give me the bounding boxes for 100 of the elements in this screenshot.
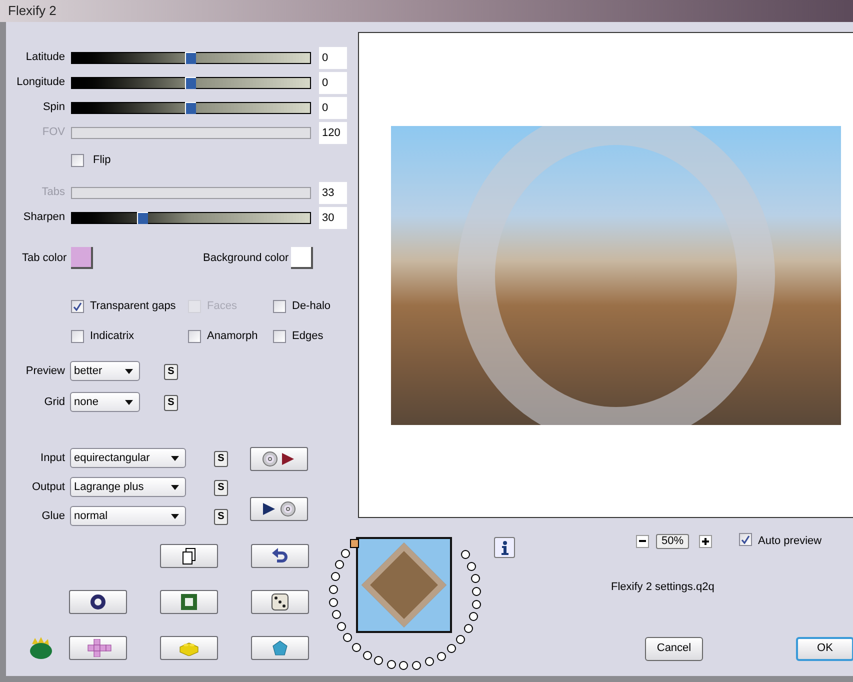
preset-slot[interactable] [328, 598, 338, 607]
slider-track[interactable] [71, 212, 311, 224]
slider-thumb[interactable] [185, 76, 196, 88]
preset-slot[interactable] [399, 661, 408, 670]
slider-thumb[interactable] [185, 52, 196, 64]
preset-slot[interactable] [470, 574, 480, 584]
zoom-level: 50% [656, 534, 689, 548]
preset-slot[interactable] [460, 550, 470, 560]
dropdown-label: Input [40, 450, 65, 466]
slider-label: Sharpen [22, 210, 65, 226]
preset-slot[interactable] [334, 560, 344, 569]
preset-slot[interactable] [436, 652, 446, 661]
value-field[interactable]: 0 [319, 46, 347, 68]
pentagon-icon [272, 640, 288, 656]
arrow-disc-icon [262, 501, 296, 517]
slider-label: FOV [41, 125, 65, 140]
caret-icon [171, 456, 179, 460]
checkbox[interactable] [273, 300, 286, 312]
preset-slot[interactable] [468, 612, 478, 622]
checkbox-label: Transparent gaps [90, 298, 176, 314]
preset-slot[interactable] [336, 622, 346, 632]
preset-slot[interactable] [352, 642, 362, 652]
value-field[interactable]: 30 [319, 206, 347, 228]
dropdown[interactable]: none [70, 392, 140, 412]
checkbox-label: Auto preview [758, 534, 822, 549]
checkbox-label: Edges [292, 328, 324, 344]
preset-slot[interactable] [332, 610, 341, 620]
caret-icon [171, 484, 179, 490]
frame-button[interactable] [160, 590, 218, 614]
slider-track[interactable] [71, 52, 311, 64]
preset-slot[interactable] [412, 660, 422, 670]
square-frame-icon [181, 594, 197, 610]
preset-slot[interactable] [328, 584, 338, 594]
random-button[interactable] [251, 590, 309, 614]
preset-slot[interactable] [424, 657, 434, 666]
preset-slot[interactable] [343, 633, 352, 642]
slider-track[interactable] [71, 76, 311, 88]
color-swatch[interactable] [291, 247, 313, 269]
zoom-in-button[interactable] [699, 534, 712, 548]
save-button[interactable]: S [214, 480, 228, 496]
slider-track[interactable] [71, 102, 311, 114]
checkbox[interactable] [188, 330, 201, 342]
copy-button[interactable] [160, 544, 218, 568]
checkbox-label: Indicatrix [90, 328, 134, 344]
dropdown[interactable]: equirectangular [70, 448, 186, 468]
polygon-button[interactable] [251, 636, 309, 660]
preset-slot[interactable] [330, 572, 340, 582]
preset-slot[interactable] [456, 635, 466, 644]
value-field[interactable]: 0 [319, 96, 347, 118]
plus-icon [702, 538, 709, 544]
undo-button[interactable] [251, 544, 309, 568]
info-icon [500, 540, 508, 554]
dropdown-label: Preview [24, 364, 65, 379]
preset-slot[interactable] [386, 660, 396, 670]
dropdown-label: Glue [40, 508, 65, 524]
cross-button[interactable] [69, 636, 127, 660]
preset-slot[interactable] [447, 644, 456, 654]
preset-slot[interactable] [341, 548, 350, 558]
save-button[interactable]: S [214, 508, 228, 524]
preset-slot[interactable] [362, 650, 372, 660]
checkbox[interactable] [71, 330, 84, 342]
save-button[interactable]: S [214, 450, 228, 466]
preset-slot[interactable] [472, 586, 482, 596]
settings-file-name: Flexify 2 settings.q2q [610, 580, 716, 595]
pages-icon [182, 548, 196, 564]
info-button[interactable] [494, 537, 515, 558]
save-settings-button[interactable] [250, 497, 308, 521]
zoom-out-button[interactable] [636, 534, 649, 548]
checkbox[interactable] [71, 154, 84, 166]
load-button[interactable] [250, 447, 308, 471]
value-field[interactable]: 0 [319, 72, 347, 94]
dialog-button[interactable]: Cancel [645, 636, 703, 660]
save-button[interactable]: S [164, 364, 178, 380]
dice-icon [271, 593, 289, 611]
checkbox-label: De-halo [292, 298, 331, 314]
preset-slot[interactable] [374, 656, 384, 666]
preset-slot[interactable] [472, 600, 481, 609]
dropdown[interactable]: better [70, 361, 140, 381]
minus-icon [639, 540, 646, 542]
ring-button[interactable] [69, 590, 127, 614]
slider-thumb[interactable] [185, 102, 196, 114]
save-button[interactable]: S [164, 394, 178, 410]
color-swatch[interactable] [71, 247, 93, 269]
dialog-button[interactable]: OK [796, 636, 853, 660]
preset-slot[interactable] [350, 538, 359, 548]
color-label: Tab color [22, 250, 68, 266]
checkbox[interactable] [71, 300, 84, 312]
dropdown-label: Output [30, 480, 65, 495]
dropdown[interactable]: normal [70, 506, 186, 526]
dropdown[interactable]: Lagrange plus [70, 477, 186, 497]
brick-icon [179, 640, 199, 656]
slider-thumb[interactable] [137, 212, 148, 224]
slider-label: Tabs [40, 185, 65, 200]
brick-button[interactable] [160, 636, 218, 660]
preset-slot[interactable] [464, 624, 473, 634]
checkbox[interactable] [739, 532, 752, 546]
caret-icon [125, 400, 133, 404]
preset-slot[interactable] [466, 562, 476, 571]
color-label: Background color [203, 250, 290, 266]
checkbox[interactable] [273, 330, 286, 342]
